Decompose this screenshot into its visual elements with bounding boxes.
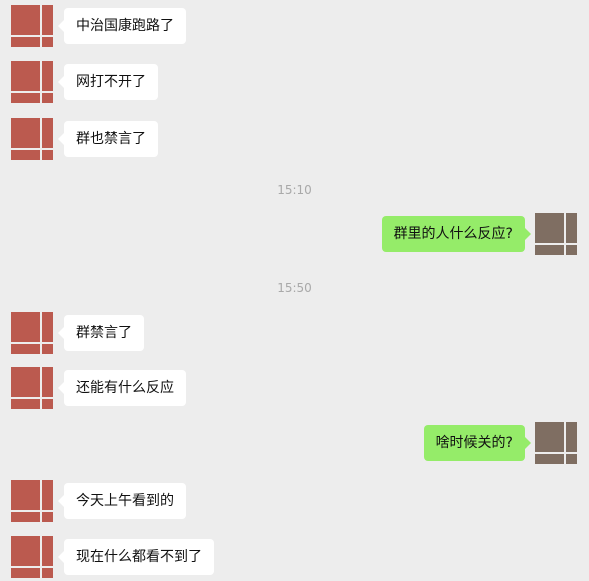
avatar-block	[42, 344, 53, 354]
contact-avatar[interactable]	[11, 536, 53, 578]
message-bubble[interactable]: 现在什么都看不到了	[58, 539, 214, 575]
avatar-block	[42, 37, 53, 47]
message-row: 中治国康跑路了	[0, 5, 589, 49]
timestamp: 15:10	[277, 183, 312, 197]
message-bubble[interactable]: 中治国康跑路了	[58, 8, 186, 44]
avatar-block	[11, 568, 40, 578]
avatar-block	[42, 93, 53, 103]
avatar-block	[11, 367, 40, 397]
avatar-block	[42, 150, 53, 160]
avatar-block	[566, 422, 577, 452]
avatar-block	[11, 37, 40, 47]
avatar-block	[535, 422, 564, 452]
message-row: 群禁言了	[0, 312, 589, 356]
avatar-block	[566, 213, 577, 243]
my-avatar[interactable]	[535, 422, 577, 464]
avatar-block	[11, 5, 40, 35]
avatar-block	[11, 61, 40, 91]
avatar-block	[11, 118, 40, 148]
message-row: 今天上午看到的	[0, 480, 589, 524]
contact-avatar[interactable]	[11, 118, 53, 160]
contact-avatar[interactable]	[11, 5, 53, 47]
avatar-block	[42, 480, 53, 510]
contact-avatar[interactable]	[11, 61, 53, 103]
message-bubble[interactable]: 群禁言了	[58, 315, 144, 351]
avatar-block	[11, 150, 40, 160]
message-row: 现在什么都看不到了	[0, 536, 589, 580]
avatar-block	[11, 536, 40, 566]
avatar-block	[566, 245, 577, 255]
avatar-block	[535, 454, 564, 464]
message-row: 群里的人什么反应?	[0, 213, 589, 257]
avatar-block	[42, 312, 53, 342]
avatar-block	[11, 312, 40, 342]
message-row: 还能有什么反应	[0, 367, 589, 411]
avatar-block	[42, 118, 53, 148]
avatar-block	[42, 5, 53, 35]
avatar-block	[11, 93, 40, 103]
avatar-block	[42, 61, 53, 91]
message-bubble[interactable]: 群也禁言了	[58, 121, 158, 157]
avatar-block	[11, 399, 40, 409]
message-row: 啥时候关的?	[0, 422, 589, 466]
avatar-block	[11, 480, 40, 510]
contact-avatar[interactable]	[11, 312, 53, 354]
avatar-block	[566, 454, 577, 464]
avatar-block	[11, 344, 40, 354]
avatar-block	[42, 536, 53, 566]
avatar-block	[42, 568, 53, 578]
chat-message-list[interactable]: 中治国康跑路了 网打不开了 群也禁言了 15:10 群里的人什么反应? 15:5…	[0, 0, 589, 581]
contact-avatar[interactable]	[11, 367, 53, 409]
my-avatar[interactable]	[535, 213, 577, 255]
message-bubble[interactable]: 今天上午看到的	[58, 483, 186, 519]
message-bubble[interactable]: 啥时候关的?	[423, 425, 532, 461]
avatar-block	[42, 512, 53, 522]
message-row: 群也禁言了	[0, 118, 589, 162]
avatar-block	[42, 367, 53, 397]
timestamp: 15:50	[277, 281, 312, 295]
contact-avatar[interactable]	[11, 480, 53, 522]
avatar-block	[535, 213, 564, 243]
message-bubble[interactable]: 网打不开了	[58, 64, 158, 100]
avatar-block	[535, 245, 564, 255]
avatar-block	[42, 399, 53, 409]
avatar-block	[11, 512, 40, 522]
message-bubble[interactable]: 群里的人什么反应?	[381, 216, 532, 252]
message-bubble[interactable]: 还能有什么反应	[58, 370, 186, 406]
message-row: 网打不开了	[0, 61, 589, 105]
